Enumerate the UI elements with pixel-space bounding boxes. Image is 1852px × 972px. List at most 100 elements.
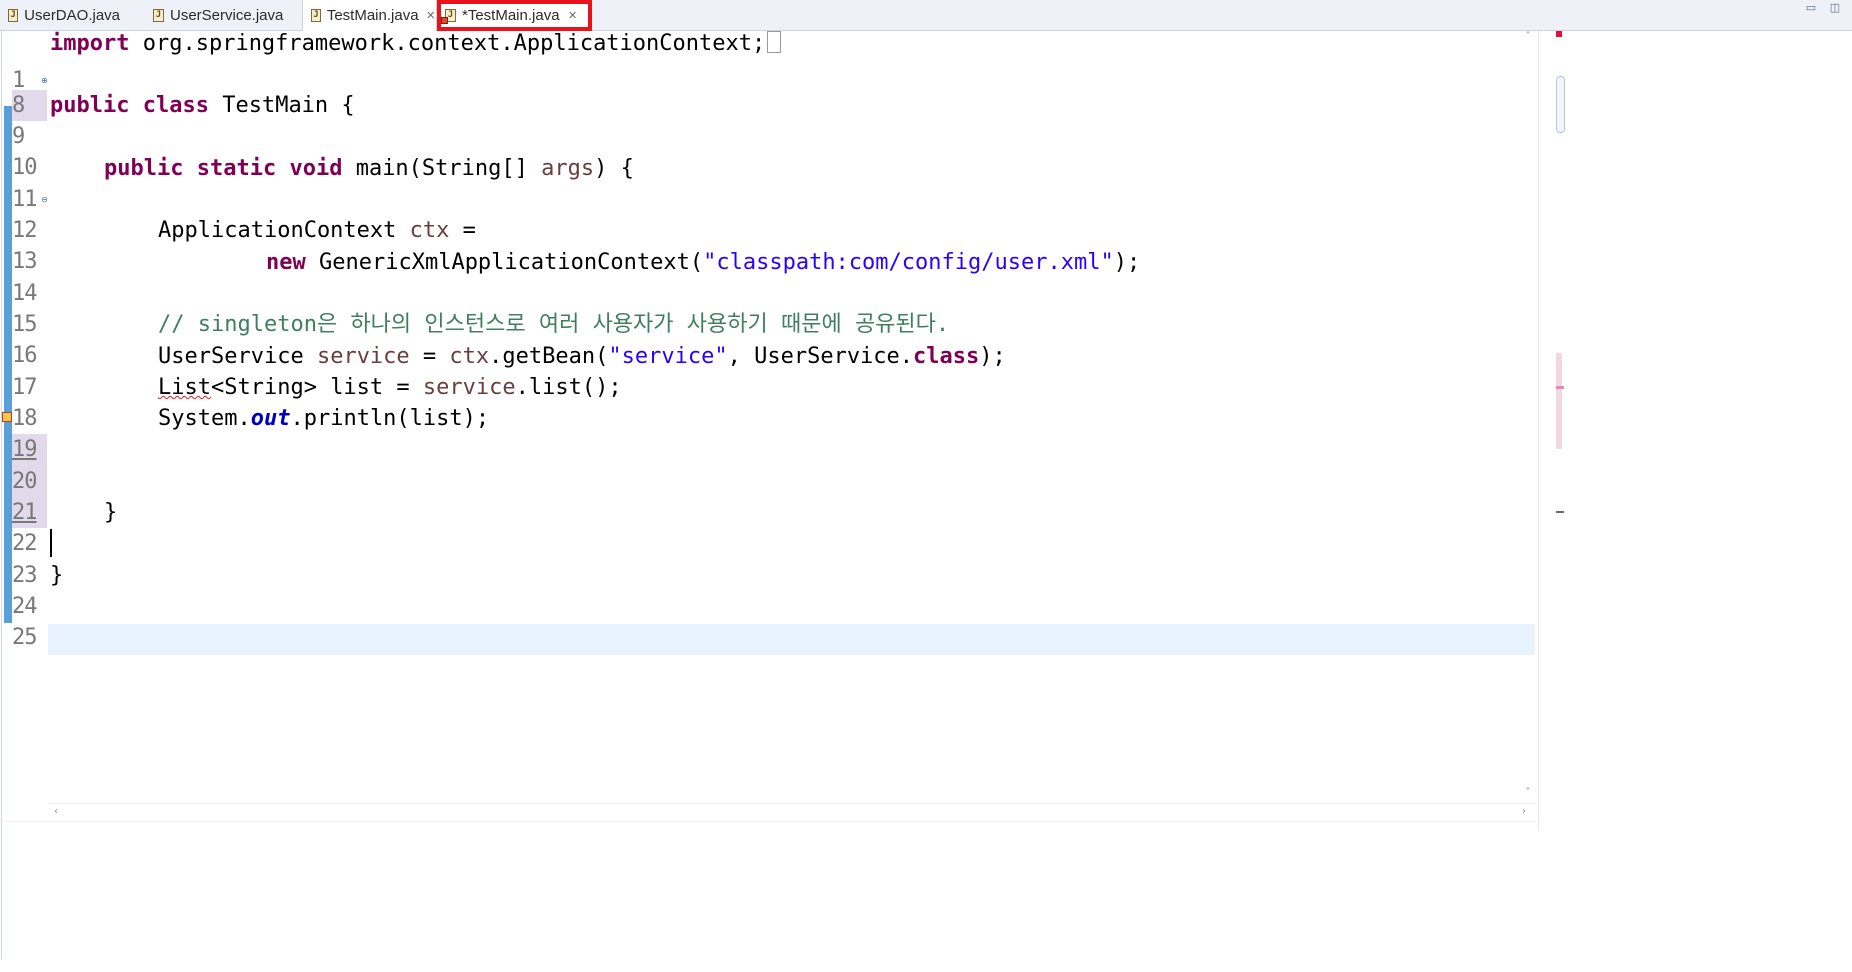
chevron-down-icon[interactable]: ˅ [1522,787,1534,799]
static-field: out [250,406,291,431]
code-text: ) { [594,156,634,181]
code-text: System. [158,406,251,431]
horizontal-scrollbar[interactable]: ‹ › [48,803,1535,820]
current-line-highlight [48,624,1535,655]
code-line-24[interactable]: } [50,560,63,591]
code-line-1[interactable]: import org.springframework.context.Appli… [50,28,782,59]
chevron-up-icon[interactable]: ˄ [1522,31,1534,43]
tab-userservice[interactable]: J UserService.java [145,0,295,30]
local-variable: service [422,375,516,400]
expand-fold-icon[interactable]: ⊕ [41,77,48,85]
keyword: new [266,250,306,275]
editor-bottom-border [0,821,1537,822]
code-text: UserService [158,344,317,369]
maximize-icon[interactable]: ◫ [1828,2,1842,14]
local-variable: ctx [449,344,490,369]
window-controls: ▭ ◫ [1804,2,1842,14]
keyword: class [142,93,209,118]
code-text: ApplicationContext [158,218,410,243]
line-number: 8 [12,93,25,118]
code-text: .getBean( [489,344,609,369]
code-line-13[interactable]: ApplicationContext ctx = [158,215,476,246]
line-number: 19 [12,437,38,462]
code-text: ); [979,344,1006,369]
string-literal: "service" [608,344,728,369]
parameter: args [541,156,595,181]
chevron-right-icon[interactable]: › [1518,806,1530,818]
code-line-16[interactable]: // singleton은 하나의 인스턴스로 여러 사용자가 사용하기 때문에… [158,309,949,340]
overview-cursor-mark[interactable] [1556,511,1564,513]
line-number: 16 [12,343,38,368]
code-text: .println(list); [290,406,490,431]
overview-highlight [1556,353,1562,449]
line-number: 22 [12,531,38,556]
string-literal: "classpath:com/config/user.xml" [703,250,1114,275]
line-number: 24 [12,594,38,619]
tab-userdao[interactable]: J UserDAO.java [0,0,120,30]
line-number: 23 [12,563,38,588]
code-text: = [449,218,476,243]
keyword: import [50,31,130,56]
code-text: .list(); [515,375,622,400]
tab-label: UserService.java [170,6,284,24]
code-line-9[interactable]: public class TestMain { [50,90,355,121]
comment: // singleton은 하나의 인스턴스로 여러 사용자가 사용하기 때문에… [158,312,950,337]
tab-testmain-dirty[interactable]: J *TestMain.java ✕ [437,0,592,31]
keyword: public [50,93,130,118]
tab-label: *TestMain.java [462,7,560,24]
line-number: 25 [12,625,38,650]
code-text: TestMain { [208,93,355,118]
error-token[interactable]: List [158,375,211,400]
editor-tab-bar: J UserDAO.java J UserService.java J Test… [0,0,1852,31]
overview-ruler-divider [1538,31,1539,831]
code-editor[interactable]: 1 ⊕ 8 9 10 11 ⊖ 12 13 14 15 16 17 18 19 … [0,31,1852,960]
line-number: 14 [12,281,38,306]
code-line-14[interactable]: new GenericXmlApplicationContext("classp… [266,247,1140,278]
code-text: main(String[] [342,156,542,181]
chevron-left-icon[interactable]: ‹ [50,806,62,818]
code-text: <String> list = [210,375,423,400]
tab-label: UserDAO.java [24,6,120,24]
keyword: void [289,156,343,181]
code-text: , UserService. [727,344,914,369]
local-variable: ctx [409,218,450,243]
keyword: public [104,156,184,181]
error-marker-icon[interactable] [2,412,12,422]
line-number: 21 [12,500,38,525]
code-text: org.springframework.context.ApplicationC… [129,31,766,56]
code-text: GenericXmlApplicationContext( [305,250,704,275]
close-icon[interactable]: ✕ [567,9,579,22]
keyword: static [196,156,277,181]
code-line-11[interactable]: public static void main(String[] args) { [104,153,634,184]
code-line-18[interactable]: List<String> list = service.list(); [158,372,622,403]
code-text: } [50,563,64,588]
java-file-error-icon: J [441,9,456,24]
java-file-icon: J [153,8,164,22]
close-icon[interactable]: ✕ [426,9,436,22]
java-file-icon: J [8,8,19,22]
tab-testmain[interactable]: J TestMain.java ✕ [302,0,437,31]
code-line-22[interactable]: } [104,497,117,528]
local-variable: service [316,344,410,369]
line-number: 15 [12,312,38,337]
line-number: 12 [12,218,38,243]
code-line-19[interactable]: System.out.println(list); [158,403,489,434]
overview-error-mark[interactable] [1556,386,1564,389]
line-number: 10 [12,155,38,180]
line-number: 13 [12,249,38,274]
line-number: 9 [12,124,25,149]
error-summary-icon[interactable] [1556,31,1562,37]
text-caret [50,529,52,557]
code-line-17[interactable]: UserService service = ctx.getBean("servi… [158,341,1006,372]
tab-label: TestMain.java [326,7,419,24]
vertical-scrollbar-thumb[interactable] [1556,76,1565,133]
line-number: 17 [12,375,38,400]
code-text: = [409,344,450,369]
line-number: 20 [12,469,38,494]
java-file-icon: J [311,9,321,22]
keyword: class [913,344,980,369]
code-text: ); [1113,250,1141,275]
folded-imports-box[interactable] [767,31,782,53]
minimize-icon[interactable]: ▭ [1804,2,1818,14]
collapse-fold-icon[interactable]: ⊖ [41,196,48,204]
